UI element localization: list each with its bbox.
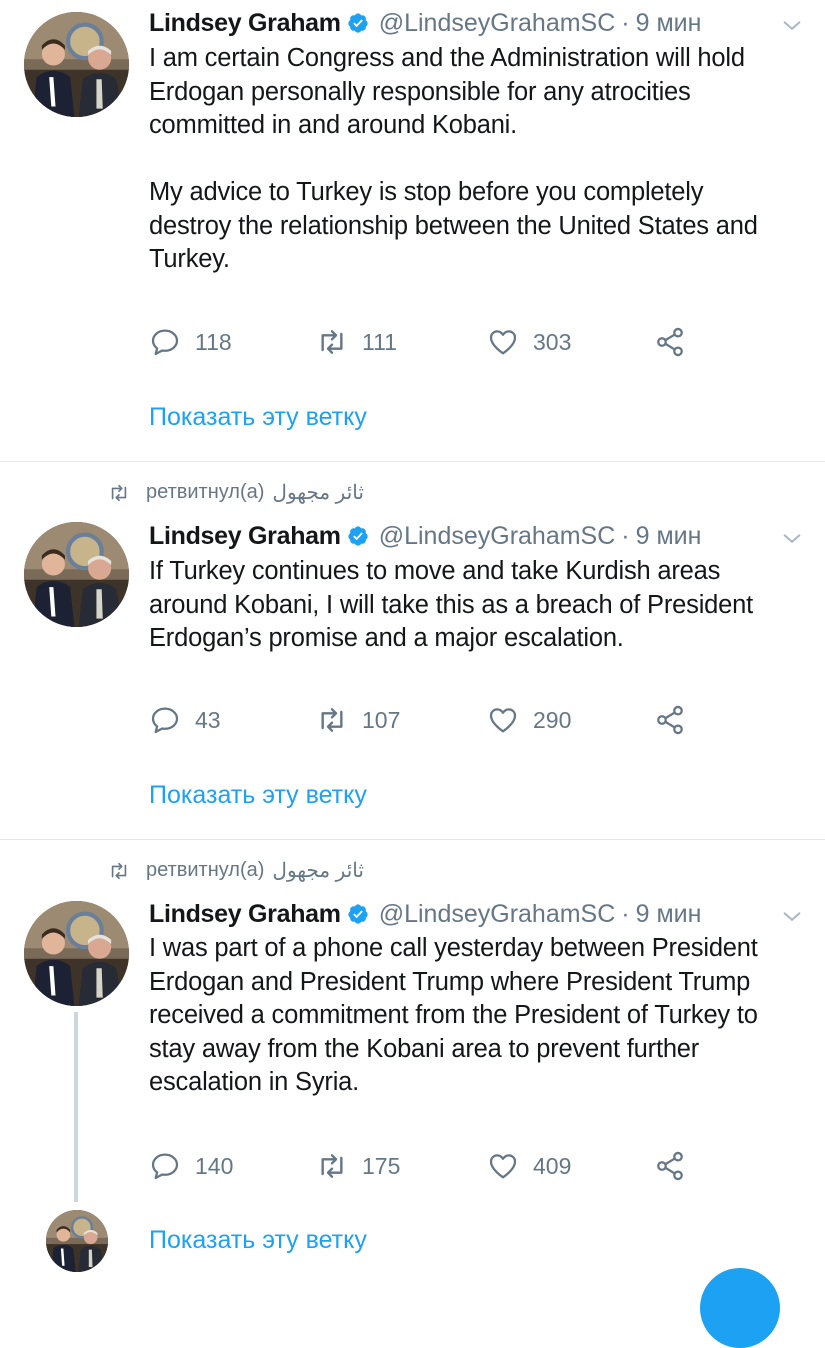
share-icon — [654, 1150, 686, 1182]
reply-icon — [149, 704, 181, 736]
like-count: 303 — [533, 328, 572, 355]
avatar[interactable] — [24, 12, 129, 117]
like-count: 409 — [533, 1152, 572, 1179]
timestamp[interactable]: 9 мин — [636, 522, 702, 551]
retweet-count: 111 — [362, 328, 397, 355]
retweet-button[interactable]: 111 — [316, 322, 397, 362]
avatar[interactable] — [24, 901, 129, 1006]
share-button[interactable] — [654, 700, 700, 740]
reply-button[interactable]: 140 — [149, 1146, 233, 1186]
separator-dot: · — [621, 521, 630, 550]
tweet[interactable]: Lindsey Graham @LindseyGrahamSC · 9 мин … — [0, 0, 825, 460]
author-handle[interactable]: @LindseyGrahamSC — [379, 900, 616, 929]
chevron-down-icon[interactable] — [781, 528, 803, 550]
retweeted-by: ретвитнул(а) ثائر مجهول — [108, 858, 364, 883]
tweet-actions: 43 107 290 — [149, 700, 709, 740]
show-thread-link[interactable]: Показать эту ветку — [149, 781, 367, 810]
compose-tweet-button[interactable] — [700, 1268, 780, 1348]
retweet-button[interactable]: 107 — [316, 700, 400, 740]
retweet-icon — [108, 860, 130, 882]
verified-badge-icon — [347, 12, 369, 34]
like-button[interactable]: 290 — [487, 700, 571, 740]
tweet-header: Lindsey Graham @LindseyGrahamSC · 9 мин — [149, 3, 701, 43]
thread-connector-line — [74, 1012, 78, 1202]
reply-button[interactable]: 43 — [149, 700, 221, 740]
separator-dot: · — [621, 8, 630, 37]
reply-count: 118 — [195, 328, 232, 355]
heart-icon — [487, 1150, 519, 1182]
show-thread-link[interactable]: Показать эту ветку — [149, 1226, 367, 1255]
share-button[interactable] — [654, 322, 700, 362]
retweet-icon — [316, 1150, 348, 1182]
author-handle[interactable]: @LindseyGrahamSC — [379, 522, 616, 551]
author-handle[interactable]: @LindseyGrahamSC — [379, 9, 616, 38]
retweet-count: 175 — [362, 1152, 401, 1179]
share-icon — [654, 704, 686, 736]
chevron-down-icon[interactable] — [781, 906, 803, 928]
share-icon — [654, 326, 686, 358]
avatar[interactable] — [24, 522, 129, 627]
show-thread-link[interactable]: Показать эту ветку — [149, 403, 367, 432]
thread-avatar[interactable] — [46, 1210, 108, 1272]
chevron-down-icon[interactable] — [781, 15, 803, 37]
verified-badge-icon — [347, 903, 369, 925]
author-name[interactable]: Lindsey Graham — [149, 900, 341, 929]
retweet-icon — [316, 326, 348, 358]
share-button[interactable] — [654, 1146, 700, 1186]
like-count: 290 — [533, 706, 572, 733]
reply-button[interactable]: 118 — [149, 322, 232, 362]
reply-icon — [149, 1150, 181, 1182]
reply-icon — [149, 326, 181, 358]
retweeted-label: ретвитнул(а) — [146, 859, 265, 881]
retweeter-name[interactable]: ثائر مجهول — [272, 858, 364, 883]
tweet[interactable]: ретвитнул(а) ثائر مجهول Lindsey Graham @… — [0, 462, 825, 839]
verified-badge-icon — [347, 525, 369, 547]
tweet-actions: 118 111 303 — [149, 322, 709, 362]
tweet-header: Lindsey Graham @LindseyGrahamSC · 9 мин — [149, 894, 701, 934]
timestamp[interactable]: 9 мин — [636, 900, 702, 929]
retweeted-by: ретвитнул(а) ثائر مجهول — [108, 480, 364, 505]
retweet-icon — [108, 482, 130, 504]
heart-icon — [487, 326, 519, 358]
tweet-text: I am certain Congress and the Administra… — [149, 44, 758, 273]
tweet-actions: 140 175 409 — [149, 1146, 709, 1186]
timestamp[interactable]: 9 мин — [636, 9, 702, 38]
retweeter-name[interactable]: ثائر مجهول — [272, 480, 364, 505]
tweet-text: If Turkey continues to move and take Kur… — [149, 557, 753, 652]
tweet-header: Lindsey Graham @LindseyGrahamSC · 9 мин — [149, 516, 701, 556]
retweet-button[interactable]: 175 — [316, 1146, 400, 1186]
reply-count: 140 — [195, 1152, 234, 1179]
retweeted-label: ретвитнул(а) — [146, 481, 265, 503]
retweet-count: 107 — [362, 706, 401, 733]
like-button[interactable]: 409 — [487, 1146, 571, 1186]
tweet-text: I was part of a phone call yesterday bet… — [149, 934, 758, 1096]
author-name[interactable]: Lindsey Graham — [149, 522, 341, 551]
author-name[interactable]: Lindsey Graham — [149, 9, 341, 38]
like-button[interactable]: 303 — [487, 322, 571, 362]
retweet-icon — [316, 704, 348, 736]
separator-dot: · — [621, 899, 630, 928]
reply-count: 43 — [195, 706, 221, 733]
heart-icon — [487, 704, 519, 736]
tweet[interactable]: ретвитнул(а) ثائر مجهول Lindsey Graham @… — [0, 840, 825, 1280]
